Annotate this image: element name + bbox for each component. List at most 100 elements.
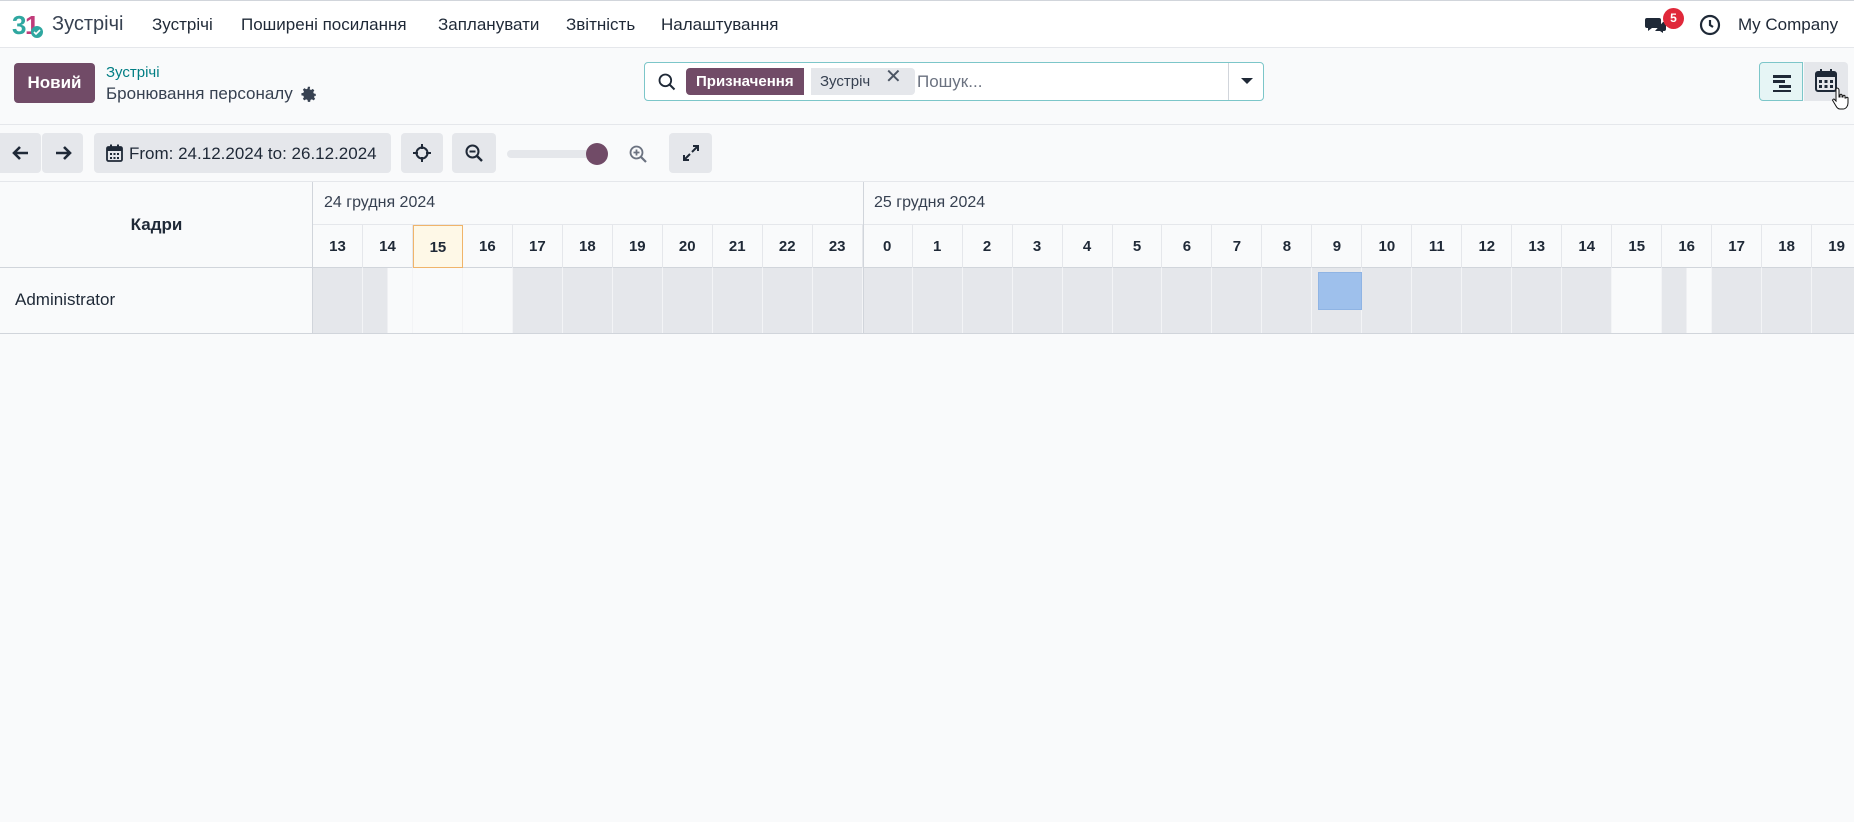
gantt-cell[interactable] xyxy=(412,268,463,333)
gantt-cell[interactable] xyxy=(962,268,1013,333)
app-name[interactable]: Зустрічі xyxy=(52,13,123,36)
breadcrumb-current: Бронювання персоналу xyxy=(106,84,293,103)
gantt-grid: Кадри 24 грудня 2024 25 грудня 2024 13 14… xyxy=(0,182,1854,334)
arrow-left-icon xyxy=(11,146,28,160)
gantt-view-button[interactable] xyxy=(1759,62,1803,101)
hour-header-cell: 9 xyxy=(1312,225,1363,268)
search-input[interactable] xyxy=(917,68,1217,95)
gear-icon[interactable] xyxy=(300,86,318,104)
gantt-cell[interactable] xyxy=(1712,268,1763,333)
gantt-cell[interactable] xyxy=(1462,268,1513,333)
expand-button[interactable] xyxy=(669,133,712,173)
company-switcher[interactable]: My Company xyxy=(1738,15,1838,35)
date-range-label: From: 24.12.2024 to: 26.12.2024 xyxy=(129,144,377,163)
gantt-cell[interactable] xyxy=(1762,268,1813,333)
hour-header-cell: 3 xyxy=(1013,225,1063,268)
gantt-cell[interactable] xyxy=(612,268,663,333)
hour-header-cell: 19 xyxy=(1812,225,1854,268)
gantt-cell[interactable] xyxy=(1162,268,1213,333)
search-icon xyxy=(658,73,676,91)
crosshairs-icon xyxy=(413,144,431,162)
messages-count-badge: 5 xyxy=(1663,8,1684,29)
gantt-cell[interactable] xyxy=(1262,268,1313,333)
previous-period-button[interactable] xyxy=(0,133,41,173)
focus-today-button[interactable] xyxy=(401,133,443,173)
gantt-cell[interactable] xyxy=(562,268,613,333)
hour-header-cell: 2 xyxy=(963,225,1013,268)
gantt-cell[interactable] xyxy=(1112,268,1163,333)
gantt-cell[interactable] xyxy=(1062,268,1113,333)
gantt-cell[interactable] xyxy=(313,268,363,333)
menu-item-shared-links[interactable]: Поширені посилання xyxy=(241,15,407,35)
arrow-right-icon xyxy=(55,146,72,160)
search-facet-label: Призначення xyxy=(686,68,804,95)
gantt-cell[interactable] xyxy=(712,268,763,333)
day-separator xyxy=(863,182,864,334)
menu-item-meetings[interactable]: Зустрічі xyxy=(152,15,213,35)
hour-header-cell: 0 xyxy=(863,225,913,268)
top-navbar: 3 1 Зустрічі Зустрічі Поширені посилання… xyxy=(0,0,1854,48)
hour-header-cell: 21 xyxy=(713,225,763,268)
hour-header-cell: 23 xyxy=(813,225,863,268)
gantt-cell[interactable] xyxy=(1662,268,1713,333)
hour-header-cell: 18 xyxy=(563,225,613,268)
hour-header-cell: 19 xyxy=(613,225,663,268)
zoom-in-icon[interactable] xyxy=(628,144,648,164)
gantt-cell[interactable] xyxy=(662,268,713,333)
remove-facet-close-icon[interactable]: ✕ xyxy=(885,64,902,89)
zoom-slider-thumb[interactable] xyxy=(586,143,608,165)
zoom-out-button[interactable] xyxy=(452,133,496,173)
gantt-cell[interactable] xyxy=(1212,268,1263,333)
gantt-toolbar: From: 24.12.2024 to: 26.12.2024 xyxy=(0,126,1854,182)
gantt-cell[interactable] xyxy=(362,268,413,333)
hour-header-cell: 17 xyxy=(513,225,563,268)
hour-header-cell: 16 xyxy=(463,225,513,268)
hour-header-row: 13 14 15 16 17 18 19 20 21 22 23 0 1 2 3 4 5 6 7 8 9 10 11 12 13… xyxy=(313,224,1854,268)
hour-header-cell: 14 xyxy=(363,225,413,268)
hour-header-cell: 15 xyxy=(412,225,463,268)
resource-row-cells xyxy=(313,268,1854,334)
gantt-cell[interactable] xyxy=(762,268,813,333)
hour-header-cell: 8 xyxy=(1262,225,1313,268)
gantt-cell[interactable] xyxy=(1812,268,1854,333)
gantt-cell[interactable] xyxy=(912,268,963,333)
gantt-cell[interactable] xyxy=(1612,268,1663,333)
gantt-cell[interactable] xyxy=(1362,268,1413,333)
search-options-toggle[interactable] xyxy=(1228,63,1264,100)
hour-header-cell: 17 xyxy=(1712,225,1763,268)
calendar-app-logo-icon[interactable]: 3 1 xyxy=(12,10,44,40)
menu-item-settings[interactable]: Налаштування xyxy=(661,15,779,35)
hour-header-cell: 6 xyxy=(1162,225,1213,268)
hour-header-cell: 22 xyxy=(763,225,813,268)
hour-header-cell: 11 xyxy=(1412,225,1463,268)
gantt-cell[interactable] xyxy=(862,268,913,333)
available-slot-pill[interactable] xyxy=(1318,272,1362,310)
group-header-cell: Кадри xyxy=(0,182,313,268)
menu-item-schedule[interactable]: Запланувати xyxy=(438,15,539,35)
zoom-slider-track[interactable] xyxy=(507,150,597,158)
breadcrumb-parent-link[interactable]: Зустрічі xyxy=(106,64,160,81)
hour-header-cell: 12 xyxy=(1462,225,1513,268)
gantt-cell[interactable] xyxy=(1412,268,1463,333)
date-range-picker[interactable]: From: 24.12.2024 to: 26.12.2024 xyxy=(94,133,391,173)
caret-down-icon xyxy=(1241,78,1253,84)
new-button[interactable]: Новий xyxy=(14,63,95,103)
next-period-button[interactable] xyxy=(42,133,83,173)
gantt-cell[interactable] xyxy=(812,268,863,333)
zoom-out-icon xyxy=(465,144,483,162)
group-header-title: Кадри xyxy=(130,215,183,234)
activity-clock-icon[interactable] xyxy=(1698,13,1722,37)
hour-header-cell: 4 xyxy=(1063,225,1113,268)
gantt-cell[interactable] xyxy=(462,268,513,333)
hour-header-cell: 7 xyxy=(1212,225,1263,268)
resource-name: Administrator xyxy=(15,290,116,309)
gantt-cell[interactable] xyxy=(1012,268,1063,333)
gantt-cell[interactable] xyxy=(1562,268,1613,333)
hour-header-cell: 13 xyxy=(313,225,363,268)
menu-item-reporting[interactable]: Звітність xyxy=(566,15,635,35)
gantt-cell[interactable] xyxy=(1512,268,1563,333)
hour-header-cell: 16 xyxy=(1662,225,1713,268)
resource-row-header: Administrator xyxy=(0,268,313,334)
gantt-cell[interactable] xyxy=(512,268,563,333)
search-bar: Призначення Зустріч ✕ xyxy=(644,62,1264,101)
